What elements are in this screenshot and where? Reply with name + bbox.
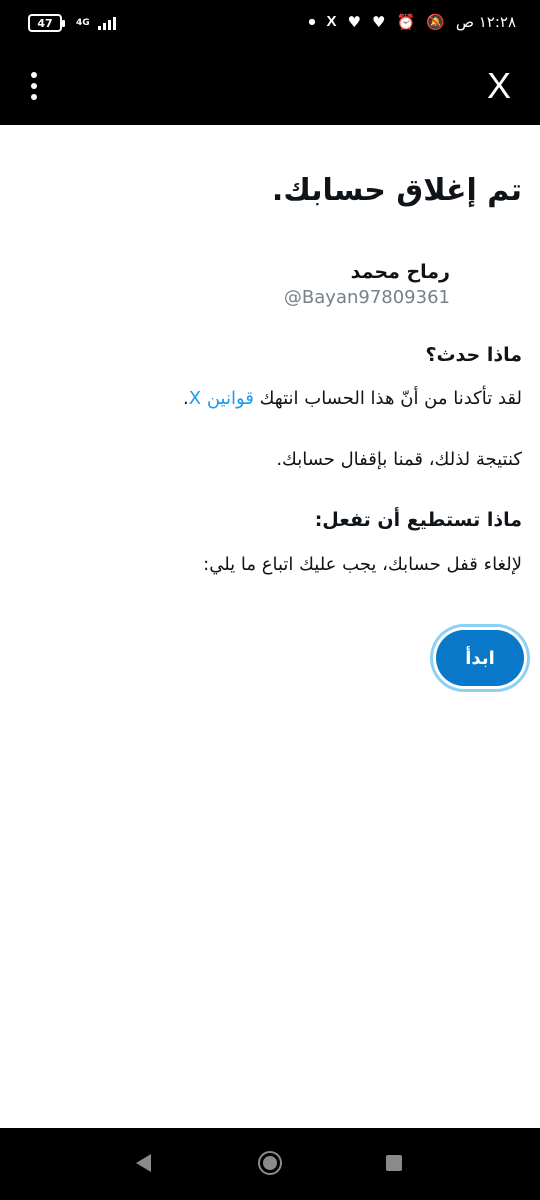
violation-paragraph: لقد تأكدنا من أنّ هذا الحساب انتهك قواني… <box>183 388 522 409</box>
home-icon[interactable] <box>258 1151 282 1175</box>
alarm-icon: ⏰ <box>396 13 416 31</box>
heart-icon: ♥ <box>347 13 361 31</box>
status-left: 47 4G <box>28 14 116 32</box>
battery-icon: 47 <box>28 14 65 32</box>
instructions-text: لإلغاء قفل حسابك، يجب عليك اتباع ما يلي: <box>203 554 522 575</box>
status-time: ١٢:٢٨ ص <box>455 13 516 31</box>
what-happened-heading: ماذا حدث؟ <box>425 344 522 366</box>
page-title: تم إغلاق حسابك. <box>271 173 522 208</box>
start-button[interactable]: ابدأ <box>436 630 524 686</box>
app-bar: X <box>0 48 540 125</box>
consequence-text: كنتيجة لذلك، قمنا بإقفال حسابك. <box>276 449 522 470</box>
system-nav-bar <box>0 1128 540 1200</box>
rules-link[interactable]: قوانين X <box>189 388 254 409</box>
violation-text: لقد تأكدنا من أنّ هذا الحساب انتهك <box>253 388 522 409</box>
status-bar: 47 4G ● X ♥ ♥ ⏰ 🔕 ١٢:٢٨ ص <box>0 0 540 48</box>
battery-level: 47 <box>37 16 53 30</box>
x-logo-icon: X <box>326 13 337 30</box>
network-type: 4G <box>76 17 90 28</box>
heart-icon: ♥ <box>371 13 386 31</box>
recent-apps-icon[interactable] <box>386 1155 402 1171</box>
user-name: رماح محمد <box>350 261 450 283</box>
user-handle: @Bayan97809361 <box>283 287 450 308</box>
status-right: ● X ♥ ♥ ⏰ 🔕 ١٢:٢٨ ص <box>309 12 516 32</box>
what-can-you-do-heading: ماذا تستطيع أن تفعل: <box>314 509 522 531</box>
close-button[interactable]: X <box>482 66 516 106</box>
signal-icon <box>97 16 116 30</box>
mute-icon: 🔕 <box>426 13 445 31</box>
dot-icon: ● <box>308 17 316 26</box>
more-options-icon[interactable] <box>22 68 46 104</box>
back-icon[interactable] <box>136 1154 151 1172</box>
